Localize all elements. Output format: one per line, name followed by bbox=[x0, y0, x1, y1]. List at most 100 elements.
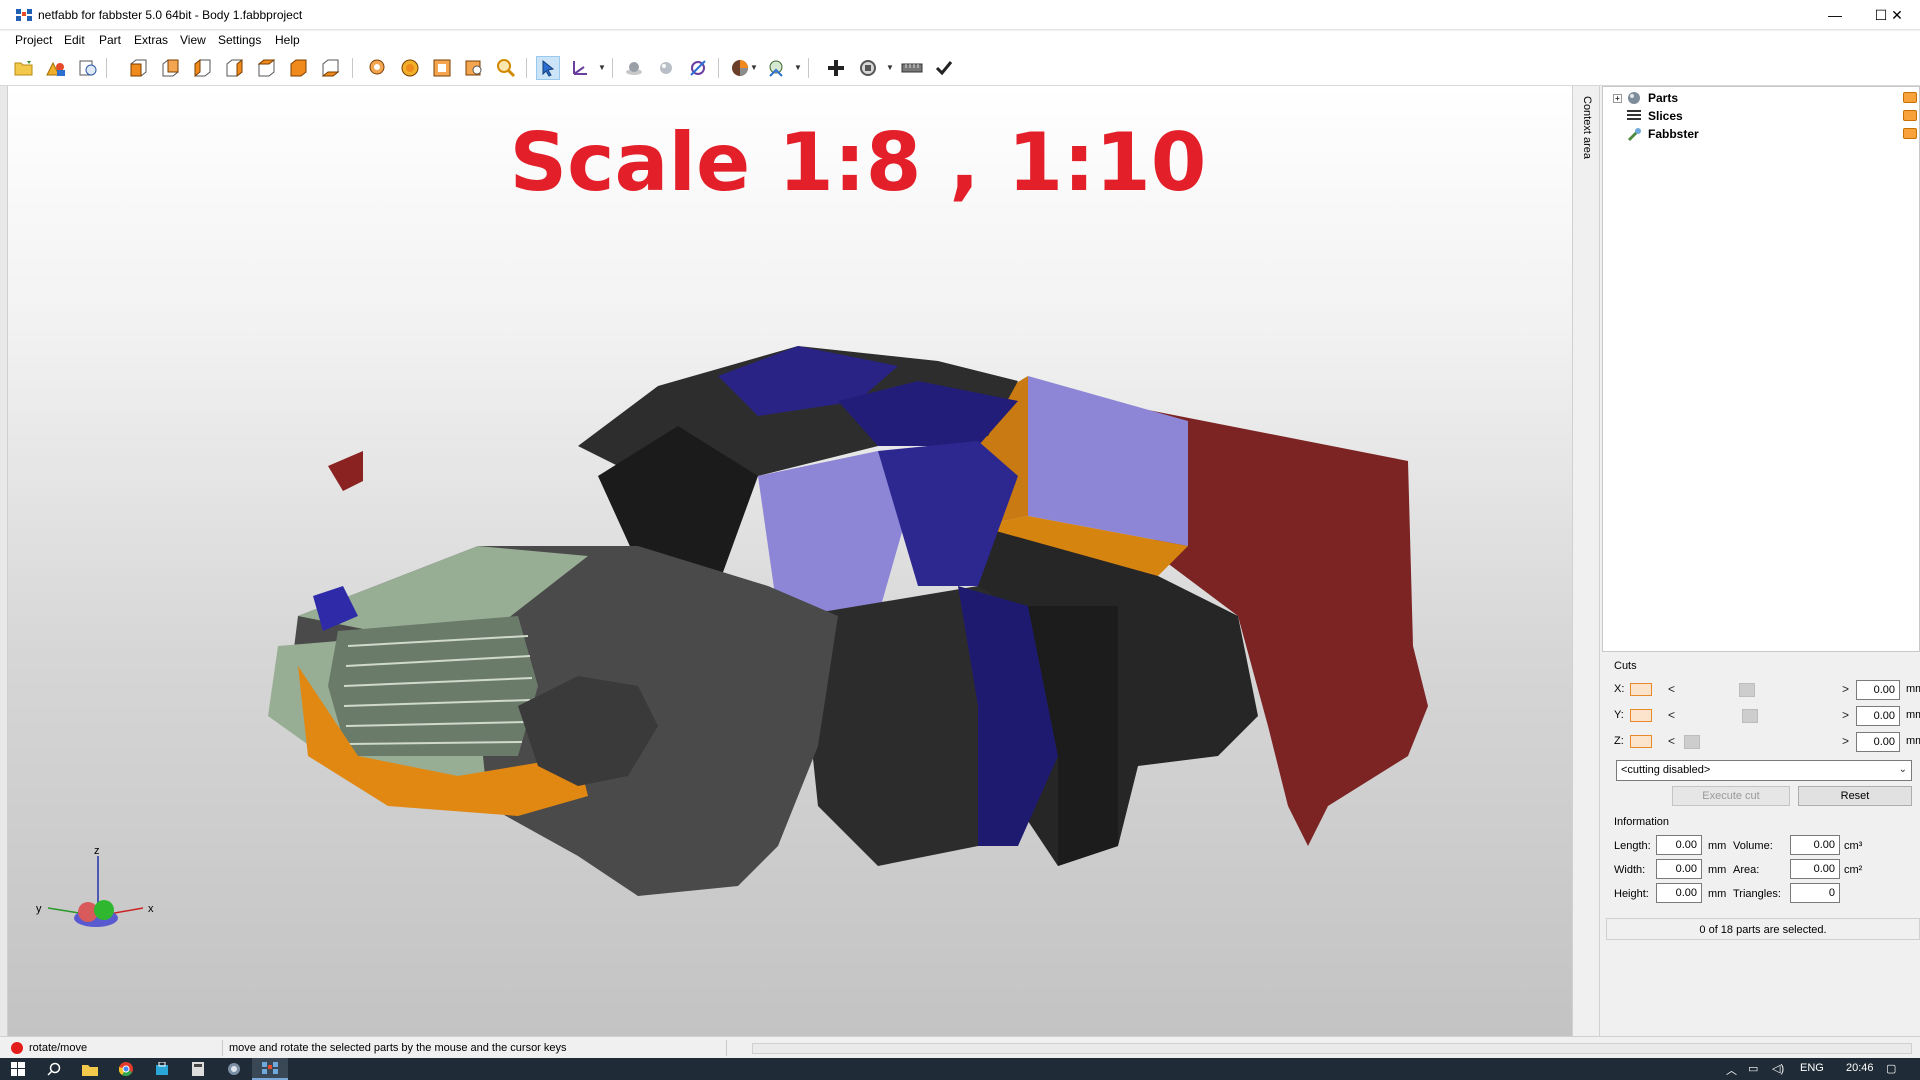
axis-y-label: y bbox=[36, 903, 42, 915]
zoom-platform-icon[interactable] bbox=[430, 56, 454, 80]
slider-right-icon[interactable]: > bbox=[1842, 708, 1849, 722]
selection-info: 0 of 18 parts are selected. bbox=[1606, 918, 1920, 940]
move-axes-icon[interactable] bbox=[568, 56, 592, 80]
slider-left-icon[interactable]: < bbox=[1668, 682, 1675, 696]
store-icon[interactable] bbox=[144, 1058, 180, 1080]
apply-check-icon[interactable] bbox=[932, 56, 956, 80]
cutting-mode-select[interactable]: <cutting disabled> ⌄ bbox=[1616, 760, 1912, 781]
fabbster-tag-icon[interactable] bbox=[1903, 128, 1917, 139]
sphere-render-icon[interactable] bbox=[622, 56, 646, 80]
menu-view[interactable]: View bbox=[180, 33, 206, 47]
length-unit: mm bbox=[1708, 840, 1727, 852]
cut-x-input[interactable]: 0.00 bbox=[1856, 680, 1900, 700]
cut-z-input[interactable]: 0.00 bbox=[1856, 732, 1900, 752]
color-mode-icon[interactable] bbox=[728, 56, 752, 80]
minimize-button[interactable]: — bbox=[1812, 0, 1858, 30]
tree-item-label: Parts bbox=[1648, 91, 1679, 105]
view-front-icon[interactable] bbox=[126, 56, 150, 80]
cut-slider-z[interactable] bbox=[1684, 735, 1700, 749]
project-tree[interactable]: + Parts Slices Fabbster bbox=[1602, 86, 1920, 652]
calculator-icon[interactable] bbox=[180, 1058, 216, 1080]
axis-gizmo: z x y bbox=[36, 846, 154, 927]
context-area-label[interactable]: Context area bbox=[1581, 96, 1593, 159]
add-part-icon[interactable] bbox=[44, 56, 68, 80]
notifications-icon[interactable]: ▢ bbox=[1886, 1062, 1896, 1075]
close-button[interactable]: ✕ bbox=[1874, 0, 1920, 30]
view-left-icon[interactable] bbox=[190, 56, 214, 80]
zoom-box-icon[interactable] bbox=[462, 56, 486, 80]
slider-left-icon[interactable]: < bbox=[1668, 708, 1675, 722]
progress-bar bbox=[752, 1043, 1912, 1054]
height-label: Height: bbox=[1614, 888, 1649, 900]
file-explorer-icon[interactable] bbox=[72, 1058, 108, 1080]
cut-color-x[interactable] bbox=[1630, 683, 1652, 696]
search-icon[interactable] bbox=[36, 1058, 72, 1080]
slider-right-icon[interactable]: > bbox=[1842, 734, 1849, 748]
netfabb-task-icon[interactable] bbox=[252, 1058, 288, 1080]
shaded-render-icon[interactable] bbox=[654, 56, 678, 80]
view-iso-icon[interactable] bbox=[286, 56, 310, 80]
cut-color-y[interactable] bbox=[1630, 709, 1652, 722]
view-bottom-icon[interactable] bbox=[318, 56, 342, 80]
color-dropdown-icon[interactable]: ▼ bbox=[750, 63, 758, 72]
view-settings-icon[interactable] bbox=[764, 56, 788, 80]
zoom-magnifier-icon[interactable] bbox=[494, 56, 518, 80]
view-top-icon[interactable] bbox=[254, 56, 278, 80]
app-pinned-icon[interactable] bbox=[216, 1058, 252, 1080]
cuts-title: Cuts bbox=[1614, 660, 1637, 672]
measure-icon[interactable] bbox=[686, 56, 710, 80]
3d-viewport[interactable]: Scale 1:8 , 1:10 z x y bbox=[8, 86, 1572, 1036]
language-indicator[interactable]: ENG bbox=[1800, 1062, 1824, 1074]
cut-slider-y[interactable] bbox=[1742, 709, 1758, 723]
execute-cut-button[interactable]: Execute cut bbox=[1672, 786, 1790, 806]
tray-chevron-icon[interactable]: ︿ bbox=[1726, 1062, 1737, 1078]
cut-y-input[interactable]: 0.00 bbox=[1856, 706, 1900, 726]
windows-start-icon[interactable] bbox=[0, 1058, 36, 1080]
repair-icon[interactable] bbox=[856, 56, 880, 80]
fabbster-icon bbox=[1628, 128, 1641, 141]
cut-unit: mm bbox=[1906, 735, 1920, 747]
menu-project[interactable]: Project bbox=[15, 33, 52, 47]
menu-part[interactable]: Part bbox=[99, 33, 121, 47]
view-right-icon[interactable] bbox=[222, 56, 246, 80]
parts-tag-icon[interactable] bbox=[1903, 92, 1917, 103]
triangles-value: 0 bbox=[1790, 883, 1840, 903]
zoom-all-icon[interactable] bbox=[398, 56, 422, 80]
part-info-icon[interactable] bbox=[76, 56, 100, 80]
move-dropdown-icon[interactable]: ▼ bbox=[598, 63, 606, 72]
cut-row-x: X: < > 0.00 mm bbox=[1614, 680, 1920, 700]
expand-icon[interactable]: + bbox=[1613, 93, 1622, 103]
add-icon[interactable] bbox=[824, 56, 848, 80]
slider-right-icon[interactable]: > bbox=[1842, 682, 1849, 696]
axis-z-label: z bbox=[94, 846, 100, 857]
slices-tag-icon[interactable] bbox=[1903, 110, 1917, 121]
tree-item-slices[interactable]: Slices bbox=[1613, 107, 1683, 125]
clock[interactable]: 20:46 bbox=[1846, 1062, 1874, 1074]
ruler-icon[interactable] bbox=[900, 56, 924, 80]
truck-body-model[interactable] bbox=[158, 286, 1458, 986]
tree-item-fabbster[interactable]: Fabbster bbox=[1613, 125, 1699, 143]
length-label: Length: bbox=[1614, 840, 1651, 852]
area-value: 0.00 bbox=[1790, 859, 1840, 879]
slices-icon bbox=[1627, 110, 1641, 120]
chrome-icon[interactable] bbox=[108, 1058, 144, 1080]
panel-splitter[interactable] bbox=[1572, 86, 1600, 1036]
menu-help[interactable]: Help bbox=[275, 33, 300, 47]
volume-icon[interactable]: ◁) bbox=[1772, 1062, 1784, 1075]
repair-dropdown-icon[interactable]: ▼ bbox=[886, 63, 894, 72]
status-bar: rotate/move move and rotate the selected… bbox=[0, 1036, 1920, 1058]
view-settings-dropdown-icon[interactable]: ▼ bbox=[794, 63, 802, 72]
tree-item-parts[interactable]: + Parts bbox=[1613, 89, 1678, 107]
select-pointer-icon[interactable] bbox=[536, 56, 560, 80]
cut-color-z[interactable] bbox=[1630, 735, 1652, 748]
menu-edit[interactable]: Edit bbox=[64, 33, 85, 47]
menu-settings[interactable]: Settings bbox=[218, 33, 261, 47]
slider-left-icon[interactable]: < bbox=[1668, 734, 1675, 748]
network-icon[interactable]: ▭ bbox=[1748, 1062, 1758, 1075]
reset-button[interactable]: Reset bbox=[1798, 786, 1912, 806]
cut-slider-x[interactable] bbox=[1739, 683, 1755, 697]
view-back-icon[interactable] bbox=[158, 56, 182, 80]
menu-extras[interactable]: Extras bbox=[134, 33, 168, 47]
zoom-selection-icon[interactable] bbox=[366, 56, 390, 80]
open-folder-icon[interactable] bbox=[12, 56, 36, 80]
